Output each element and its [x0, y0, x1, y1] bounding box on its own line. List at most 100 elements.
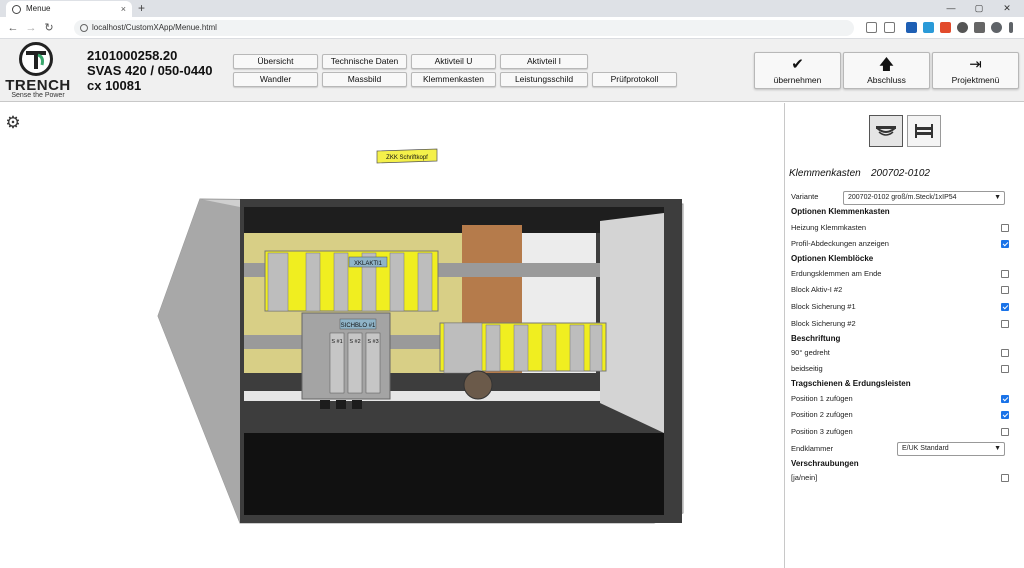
option-profil-row[interactable]: Profil-Abdeckungen anzeigen	[791, 237, 1009, 251]
abschluss-button[interactable]: 🡅 Abschluss	[843, 52, 930, 89]
variante-select-value: 200702-0102 groß/m.Steck/1xIP54	[848, 194, 957, 201]
variante-label: Variante	[791, 192, 819, 201]
terminal-c-2	[485, 324, 501, 372]
option-sich2-checkbox[interactable]	[1001, 320, 1009, 328]
option-beidseitig-checkbox[interactable]	[1001, 365, 1009, 373]
projektmenue-button[interactable]: ⇥ Projektmenü	[932, 52, 1019, 89]
windows-extension-icon[interactable]	[923, 22, 934, 33]
browser-toolbar: ← → ↻ localhost/CustomXApp/Menue.html	[0, 17, 1024, 39]
terminal-c-3	[513, 324, 529, 372]
browser-tab[interactable]: Menue ×	[6, 1, 132, 17]
outlook-extension-icon[interactable]	[906, 22, 917, 33]
option-beidseitig-row[interactable]: beidseitig	[791, 362, 1009, 376]
order-identifiers: 2101000258.20 SVAS 420 / 050-0440 cx 100…	[87, 48, 213, 93]
tab-title: Menue	[26, 4, 51, 13]
option-heizung-row[interactable]: Heizung Klemmkasten	[791, 221, 1009, 235]
chevron-down-icon: ▼	[994, 194, 1001, 201]
ground-rail	[244, 391, 600, 401]
housing-left-side	[158, 199, 240, 523]
product-type: SVAS 420 / 050-0440	[87, 63, 213, 78]
properties-panel: Klemmenkasten 200702-0102 Variante 20070…	[785, 103, 1024, 568]
box-side-view-icon	[915, 124, 933, 138]
url-text: localhost/CustomXApp/Menue.html	[92, 23, 217, 32]
extensions-puzzle-icon[interactable]	[974, 22, 985, 33]
nav-uebersicht-button[interactable]: Übersicht	[233, 54, 318, 69]
close-window-icon[interactable]: ✕	[996, 0, 1018, 16]
back-icon[interactable]: ←	[6, 20, 20, 36]
3d-viewport[interactable]: ⚙ XKLAKTI1 SICHBLO #1 S #1 S #2 S #3 ZKK…	[0, 103, 784, 568]
view-front-button[interactable]	[869, 115, 903, 147]
option-sich1-row[interactable]: Block Sicherung #1	[791, 300, 1009, 314]
customer-code: cx 10081	[87, 78, 142, 93]
option-profil-checkbox[interactable]	[1001, 240, 1009, 248]
block-a-label: XKLAKTI1	[354, 261, 383, 267]
address-bar[interactable]: localhost/CustomXApp/Menue.html	[74, 20, 854, 36]
uebernehmen-label: übernehmen	[773, 75, 822, 85]
terminal-c-1	[443, 322, 483, 374]
tab-favicon-icon	[12, 5, 21, 14]
nav-aktivteil-u-button[interactable]: Aktivteil U	[411, 54, 496, 69]
checkmark-icon: ✔	[791, 56, 804, 73]
nav-leistungsschild-button[interactable]: Leistungsschild	[500, 72, 588, 87]
reload-icon[interactable]: ↻	[42, 20, 56, 36]
abschluss-label: Abschluss	[867, 75, 906, 85]
fuse-connector-1	[320, 400, 330, 409]
option-aktiv2-row[interactable]: Block Aktiv-I #2	[791, 283, 1009, 297]
site-info-icon[interactable]	[80, 24, 88, 32]
option-pos2-checkbox[interactable]	[1001, 411, 1009, 419]
trench-logo-mark-icon	[19, 42, 53, 76]
nav-massbild-button[interactable]: Massbild	[322, 72, 407, 87]
option-profil-label: Profil-Abdeckungen anzeigen	[791, 239, 889, 248]
view-side-button[interactable]	[907, 115, 941, 147]
maximize-icon[interactable]: ▢	[968, 0, 990, 16]
option-janein-row[interactable]: [ja/nein]	[791, 471, 1009, 485]
nav-aktivteil-i-button[interactable]: Aktivteil I	[500, 54, 588, 69]
option-aktiv2-checkbox[interactable]	[1001, 286, 1009, 294]
browser-menu-icon[interactable]	[1009, 22, 1013, 33]
terminal-a-3	[333, 252, 349, 312]
chevron-down-icon: ▼	[994, 445, 1001, 452]
option-erdung-row[interactable]: Erdungsklemmen am Ende	[791, 267, 1009, 281]
variante-select[interactable]: 200702-0102 groß/m.Steck/1xIP54 ▼	[843, 191, 1005, 205]
option-pos1-row[interactable]: Position 1 zufügen	[791, 392, 1009, 406]
browser-tab-bar: Menue × + — ▢ ✕	[0, 0, 1024, 17]
fuse-label-1: S #1	[331, 339, 342, 345]
option-gedreht-checkbox[interactable]	[1001, 349, 1009, 357]
section-verschraubungen: Verschraubungen	[791, 459, 859, 468]
logo-tagline: Sense the Power	[11, 92, 65, 99]
nav-technische-daten-button[interactable]: Technische Daten	[322, 54, 407, 69]
profile-avatar-icon[interactable]	[991, 22, 1002, 33]
block-b-label: SICHBLO #1	[341, 323, 376, 329]
office-extension-icon[interactable]	[940, 22, 951, 33]
endklammer-select[interactable]: E/UK Standard ▼	[897, 442, 1005, 456]
new-tab-button[interactable]: +	[138, 0, 145, 17]
option-erdung-checkbox[interactable]	[1001, 270, 1009, 278]
terminal-c-4	[541, 324, 557, 372]
forward-icon[interactable]: →	[24, 20, 38, 36]
trench-logo: TRENCH Sense the Power	[5, 42, 71, 100]
terminal-c-5	[569, 324, 585, 372]
minimize-icon[interactable]: —	[940, 0, 962, 16]
nav-wandler-button[interactable]: Wandler	[233, 72, 318, 87]
nav-pruefprotokoll-button[interactable]: Prüfprotokoll	[592, 72, 677, 87]
share-icon[interactable]	[866, 22, 877, 33]
option-pos3-label: Position 3 zufügen	[791, 427, 853, 436]
option-heizung-checkbox[interactable]	[1001, 224, 1009, 232]
extension-circle-icon[interactable]	[957, 22, 968, 33]
arrow-up-icon: 🡅	[878, 56, 895, 73]
option-janein-checkbox[interactable]	[1001, 474, 1009, 482]
tab-close-icon[interactable]: ×	[121, 1, 126, 17]
option-sich1-checkbox[interactable]	[1001, 303, 1009, 311]
option-gedreht-label: 90° gedreht	[791, 348, 830, 357]
endklammer-select-value: E/UK Standard	[902, 445, 949, 452]
option-pos3-row[interactable]: Position 3 zufügen	[791, 425, 1009, 439]
option-pos2-row[interactable]: Position 2 zufügen	[791, 408, 1009, 422]
uebernehmen-button[interactable]: ✔ übernehmen	[754, 52, 841, 89]
option-pos1-checkbox[interactable]	[1001, 395, 1009, 403]
bookmark-star-icon[interactable]	[884, 22, 895, 33]
terminal-box-scene: XKLAKTI1 SICHBLO #1 S #1 S #2 S #3 ZKK S…	[157, 148, 684, 524]
nav-klemmenkasten-button[interactable]: Klemmenkasten	[411, 72, 496, 87]
option-sich2-row[interactable]: Block Sicherung #2	[791, 317, 1009, 331]
option-pos3-checkbox[interactable]	[1001, 428, 1009, 436]
option-gedreht-row[interactable]: 90° gedreht	[791, 346, 1009, 360]
